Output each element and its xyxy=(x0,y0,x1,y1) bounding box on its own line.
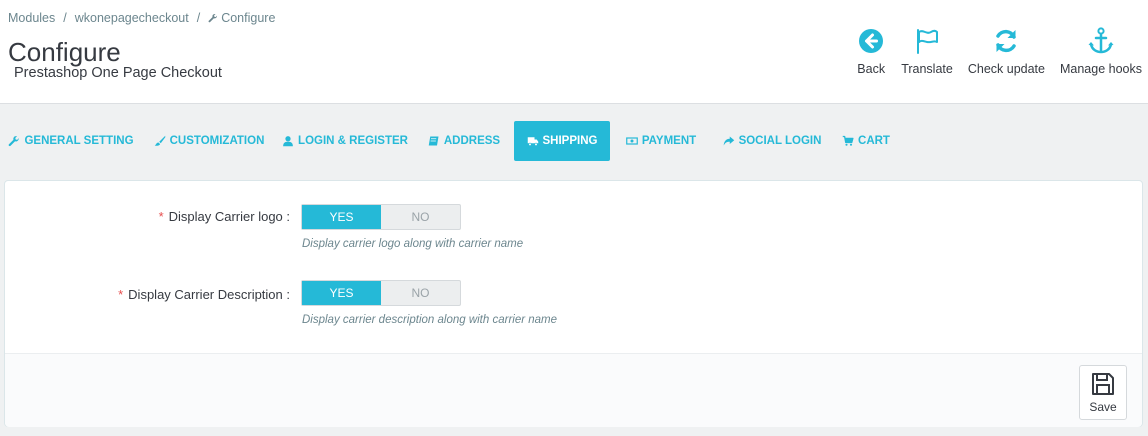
breadcrumb-modules[interactable]: Modules xyxy=(8,11,55,25)
breadcrumb: Modules / wkonepagecheckout / Configure xyxy=(8,11,275,25)
tab-customization[interactable]: CUSTOMIZATION xyxy=(142,121,276,161)
tab-label: ADDRESS xyxy=(443,135,501,147)
wrench-icon xyxy=(208,13,218,23)
toolbar: Back Translate Check update Manage hooks xyxy=(841,26,1142,76)
floppy-disk-icon xyxy=(1092,373,1114,395)
breadcrumb-module[interactable]: wkonepagecheckout xyxy=(75,11,189,25)
refresh-icon xyxy=(996,29,1017,53)
wrench-icon xyxy=(9,136,20,147)
breadcrumb-separator: / xyxy=(63,11,67,25)
panel-footer: Save xyxy=(5,353,1142,427)
shipping-settings-panel: * Display Carrier logo : YES NO Display c… xyxy=(4,180,1143,427)
cart-icon xyxy=(842,135,854,146)
tab-social-login[interactable]: SOCIAL LOGIN xyxy=(712,121,832,161)
share-icon xyxy=(723,136,734,146)
carrier-logo-label-text: Display Carrier logo : xyxy=(168,209,290,224)
back-button[interactable]: Back xyxy=(856,26,886,76)
carrier-description-help: Display carrier description along with c… xyxy=(302,314,558,326)
back-label: Back xyxy=(857,62,886,76)
tab-address[interactable]: ADDRESS xyxy=(414,121,514,161)
tab-general-setting[interactable]: GENERAL SETTING xyxy=(0,121,142,161)
check-update-button[interactable]: Check update xyxy=(968,26,1045,76)
manage-hooks-button[interactable]: Manage hooks xyxy=(1060,26,1142,76)
carrier-description-label-text: Display Carrier Description : xyxy=(128,287,290,302)
page-header: Modules / wkonepagecheckout / Configure … xyxy=(0,0,1148,104)
check-update-label: Check update xyxy=(967,62,1045,76)
anchor-icon xyxy=(1088,27,1114,54)
tab-label: PAYMENT xyxy=(641,135,697,147)
breadcrumb-separator: / xyxy=(196,11,201,25)
manage-hooks-label: Manage hooks xyxy=(1059,62,1142,76)
tab-label: LOGIN & REGISTER xyxy=(298,135,408,147)
carrier-description-no[interactable]: NO xyxy=(381,281,460,305)
required-mark: * xyxy=(158,209,164,224)
carrier-logo-yes[interactable]: YES xyxy=(302,205,381,229)
carrier-description-yes[interactable]: YES xyxy=(302,281,381,305)
tab-label: CART xyxy=(858,135,890,147)
truck-icon xyxy=(527,137,538,146)
tab-label: SHIPPING xyxy=(542,135,598,147)
tab-cart[interactable]: CART xyxy=(832,121,900,161)
tab-login-register[interactable]: LOGIN & REGISTER xyxy=(276,121,414,161)
money-icon xyxy=(625,137,638,145)
carrier-logo-switch[interactable]: YES NO xyxy=(301,204,461,230)
user-icon xyxy=(283,136,293,147)
tab-shipping[interactable]: SHIPPING xyxy=(514,121,610,161)
tab-bar: GENERAL SETTING CUSTOMIZATION LOGIN & RE… xyxy=(0,121,900,161)
carrier-logo-no[interactable]: NO xyxy=(381,205,460,229)
tab-label: GENERAL SETTING xyxy=(24,135,134,147)
carrier-description-switch[interactable]: YES NO xyxy=(301,280,461,306)
carrier-logo-help: Display carrier logo along with carrier … xyxy=(302,238,524,250)
tab-label: SOCIAL LOGIN xyxy=(738,135,822,147)
required-mark: * xyxy=(118,287,124,302)
translate-button[interactable]: Translate xyxy=(901,26,953,76)
flag-icon xyxy=(917,29,939,54)
page-title: Configure xyxy=(8,37,121,67)
carrier-description-label: * Display Carrier Description : xyxy=(118,287,290,302)
book-icon xyxy=(428,136,439,146)
save-label: Save xyxy=(1089,400,1117,414)
carrier-logo-label: * Display Carrier logo : xyxy=(159,209,290,224)
save-button[interactable]: Save xyxy=(1079,365,1127,420)
breadcrumb-configure: Configure xyxy=(221,11,276,25)
tab-payment[interactable]: PAYMENT xyxy=(610,121,712,161)
paintbrush-icon xyxy=(154,135,165,146)
arrow-circle-left-icon xyxy=(859,29,884,53)
tab-label: CUSTOMIZATION xyxy=(169,135,265,147)
translate-label: Translate xyxy=(901,62,953,76)
page-subtitle: Prestashop One Page Checkout xyxy=(14,65,222,81)
